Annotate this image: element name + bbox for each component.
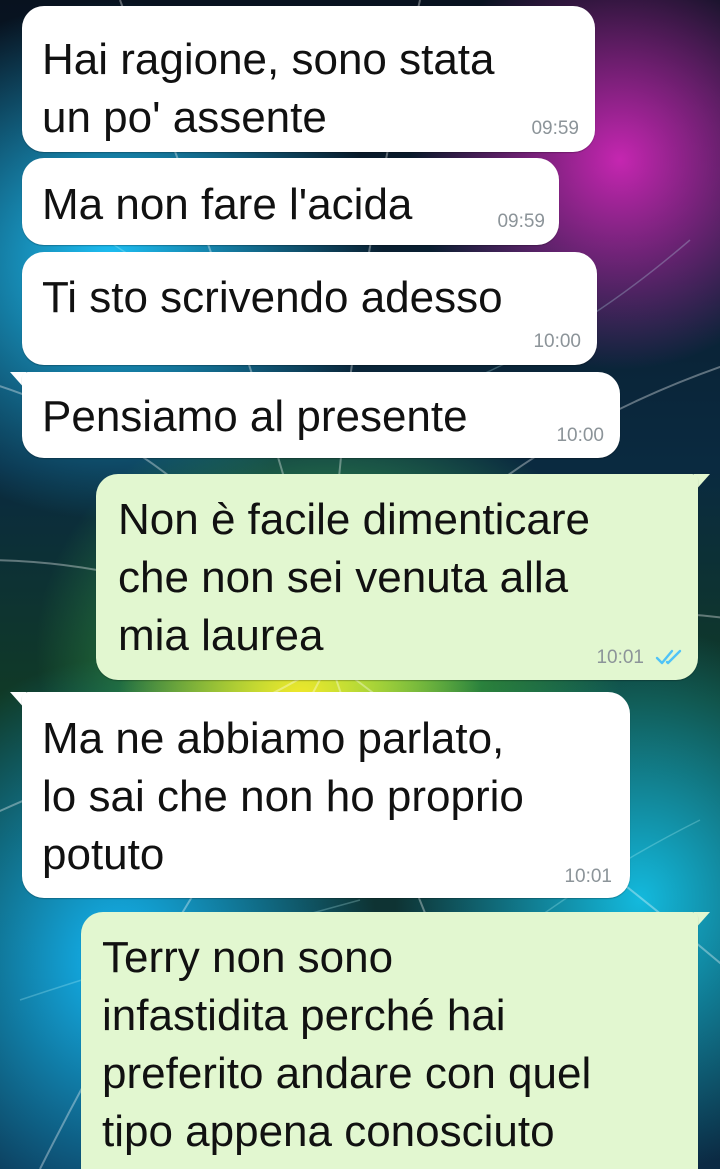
message-text: Ma ne abbiamo parlato, lo sai che non ho…: [42, 714, 524, 879]
message-timestamp: 10:00: [533, 331, 581, 352]
message-bubble-incoming[interactable]: Ma ne abbiamo parlato, lo sai che non ho…: [22, 692, 630, 898]
message-timestamp: 10:00: [556, 425, 604, 446]
message-bubble-incoming[interactable]: Pensiamo al presente 10:00: [22, 372, 620, 458]
message-timestamp: 10:01: [596, 647, 644, 668]
message-text: Non è facile dimenticare che non sei ven…: [118, 495, 591, 660]
double-check-read-icon: [655, 649, 682, 665]
message-bubble-incoming[interactable]: Ma non fare l'acida 09:59: [22, 158, 559, 245]
message-text: Pensiamo al presente: [42, 392, 468, 441]
message-bubble-incoming[interactable]: Hai ragione, sono stata un po' assente 0…: [22, 6, 595, 152]
message-text: Ti sto scrivendo adesso: [42, 273, 503, 322]
message-bubble-outgoing[interactable]: Terry non sono infastidita perché hai pr…: [81, 912, 698, 1169]
message-text: Ma non fare l'acida: [42, 180, 413, 229]
message-text: Hai ragione, sono stata un po' assente: [42, 35, 495, 142]
message-timestamp: 09:59: [531, 118, 579, 139]
message-bubble-outgoing[interactable]: Non è facile dimenticare che non sei ven…: [96, 474, 698, 680]
message-text: Terry non sono infastidita perché hai pr…: [102, 933, 592, 1156]
message-timestamp: 09:59: [497, 211, 545, 232]
message-bubble-incoming[interactable]: Ti sto scrivendo adesso 10:00: [22, 252, 597, 365]
message-timestamp: 10:01: [564, 866, 612, 887]
